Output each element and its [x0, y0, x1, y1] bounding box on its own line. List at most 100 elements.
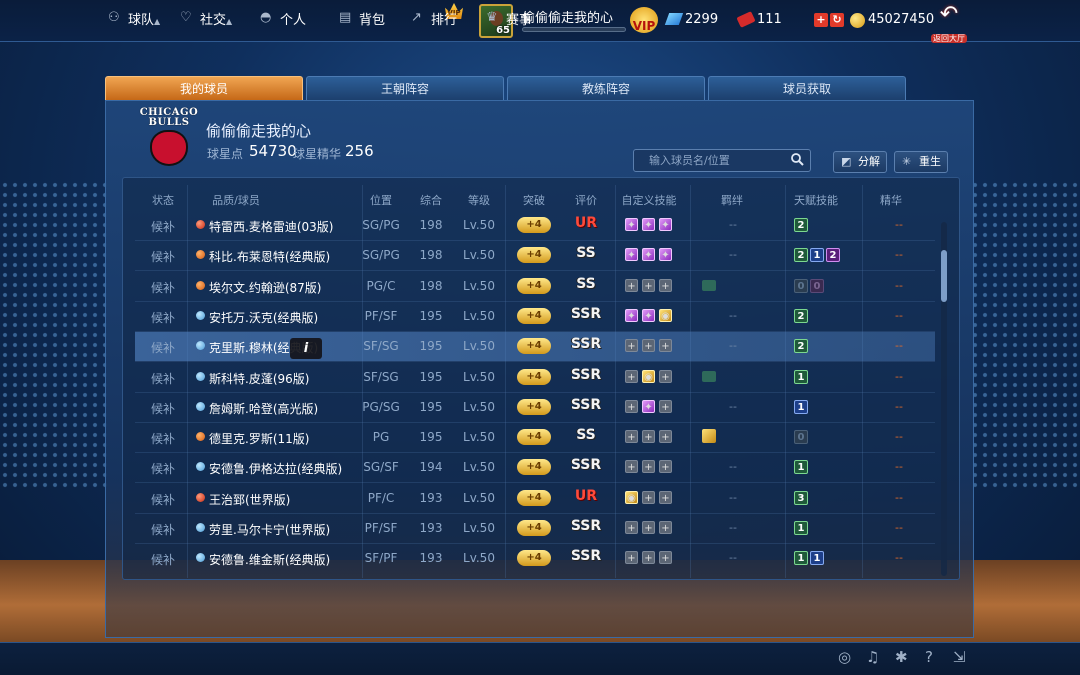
info-tooltip[interactable]: i [290, 338, 322, 359]
empty-skill-slot[interactable]: + [642, 491, 655, 504]
bond-icon[interactable] [702, 429, 716, 443]
empty-skill-slot[interactable]: + [659, 339, 672, 352]
settings-gear-icon[interactable]: ✱ [895, 648, 908, 666]
empty-skill-slot[interactable]: + [625, 551, 638, 564]
skill-icon[interactable]: ✦ [625, 218, 638, 231]
talent-badge[interactable]: 1 [794, 521, 808, 535]
player-name-cell[interactable]: 劳里.马尔卡宁(世界版) [209, 521, 369, 538]
talent-badge[interactable]: 1 [810, 551, 824, 565]
tab-player-acquire[interactable]: 球员获取 [708, 76, 906, 100]
music-icon[interactable]: ♫ [866, 648, 879, 666]
table-row[interactable]: 候补 安托万.沃克(经典版) PF/SF 195 Lv.50 +4 SSR ✦ ✦ ◉ -- 2 -- [135, 302, 935, 331]
empty-skill-slot[interactable]: + [642, 521, 655, 534]
empty-skill-slot[interactable]: + [659, 370, 672, 383]
skill-icon[interactable]: ✦ [659, 218, 672, 231]
tab-dynasty-lineup[interactable]: 王朝阵容 [306, 76, 504, 100]
player-name-cell[interactable]: 科比.布莱恩特(经典版) [209, 248, 369, 265]
table-row[interactable]: 候补 斯科特.皮蓬(96版) SF/SG 195 Lv.50 +4 SSR + ◉ +1 -- [135, 363, 935, 392]
skill-icon[interactable]: ◉ [659, 309, 672, 322]
skill-icon[interactable]: ✦ [642, 400, 655, 413]
nav-ranking[interactable]: ↗ 排行 [411, 9, 457, 28]
talent-badge[interactable]: 2 [794, 339, 808, 353]
nav-heart[interactable]: ♡ 社交▲ [180, 9, 232, 28]
vip-button[interactable]: VIP [630, 7, 658, 33]
talent-badge[interactable]: 1 [794, 551, 808, 565]
table-row[interactable]: 候补 特雷西.麦格雷迪(03版) SG/PG 198 Lv.50 +4 UR ✦ ✦ ✦ -- 2 -- [135, 211, 935, 240]
empty-skill-slot[interactable]: + [659, 279, 672, 292]
empty-skill-slot[interactable]: + [659, 491, 672, 504]
tab-my-players[interactable]: 我的球员 [105, 76, 303, 100]
player-name-cell[interactable]: 克里斯.穆林(经典版) [209, 339, 369, 356]
empty-skill-slot[interactable]: + [659, 521, 672, 534]
empty-skill-slot[interactable]: + [625, 339, 638, 352]
scrollbar-thumb[interactable] [941, 250, 947, 302]
nav-user[interactable]: ◓ 个人 [260, 9, 306, 28]
player-name-cell[interactable]: 埃尔文.约翰逊(87版) [209, 279, 369, 296]
table-row[interactable]: 候补 埃尔文.约翰逊(87版) PG/C 198 Lv.50 +4 SS + + +0 0 -- [135, 272, 935, 301]
table-row[interactable]: 候补 王治郅(世界版) PF/C 193 Lv.50 +4 UR ◉ + + -- 3 -- [135, 484, 935, 513]
player-name-cell[interactable]: 安德鲁.伊格达拉(经典版) [209, 460, 369, 477]
talent-badge[interactable]: 2 [794, 309, 808, 323]
empty-skill-slot[interactable]: + [642, 551, 655, 564]
table-row[interactable]: 候补 安德鲁.伊格达拉(经典版) SG/SF 194 Lv.50 +4 SSR + + + -- 1 -… [135, 453, 935, 482]
nav-person[interactable]: ⚇ 球队▲ [108, 9, 160, 28]
table-row[interactable]: 候补 劳里.马尔卡宁(世界版) PF/SF 193 Lv.50 +4 SSR + + + -- 1 -- [135, 514, 935, 543]
search-icon[interactable] [791, 153, 804, 166]
talent-badge[interactable]: 2 [826, 248, 840, 262]
skill-icon[interactable]: ◉ [625, 491, 638, 504]
player-name-cell[interactable]: 特雷西.麦格雷迪(03版) [209, 218, 369, 235]
empty-skill-slot[interactable]: + [642, 279, 655, 292]
back-to-lobby-button[interactable]: ↶ 返回大厅 [928, 4, 970, 43]
table-row[interactable]: 候补 克里斯.穆林(经典版) SF/SG 195 Lv.50 +4 SSR + + + -- 2 -- [135, 332, 935, 361]
empty-skill-slot[interactable]: + [642, 460, 655, 473]
table-row[interactable]: 候补 德里克.罗斯(11版) PG 195 Lv.50 +4 SS + + +0 -- [135, 423, 935, 452]
empty-skill-slot[interactable]: + [659, 551, 672, 564]
table-row[interactable]: 候补 安德鲁.维金斯(经典版) SF/PF 193 Lv.50 +4 SSR + + + -- 1 1 -… [135, 544, 935, 573]
player-name-cell[interactable]: 王治郅(世界版) [209, 491, 369, 508]
empty-skill-slot[interactable]: + [625, 521, 638, 534]
empty-skill-slot[interactable]: + [625, 279, 638, 292]
skill-icon[interactable]: ✦ [642, 218, 655, 231]
skill-icon[interactable]: ✦ [642, 248, 655, 261]
skill-icon[interactable]: ◉ [642, 370, 655, 383]
talent-badge[interactable]: 1 [794, 370, 808, 384]
bond-icon[interactable] [702, 280, 716, 291]
talent-badge[interactable]: 3 [794, 491, 808, 505]
empty-skill-slot[interactable]: + [659, 400, 672, 413]
table-row[interactable]: 候补 科比.布莱恩特(经典版) SG/PG 198 Lv.50 +4 SS ✦ ✦ ✦ -- 2 1 2 -… [135, 241, 935, 270]
talent-badge[interactable]: 1 [794, 460, 808, 474]
skill-icon[interactable]: ✦ [659, 248, 672, 261]
talent-badge[interactable]: 1 [794, 400, 808, 414]
tab-coach-lineup[interactable]: 教练阵容 [507, 76, 705, 100]
talent-badge[interactable]: 2 [794, 248, 808, 262]
empty-skill-slot[interactable]: + [642, 430, 655, 443]
empty-skill-slot[interactable]: + [659, 430, 672, 443]
customer-service-icon[interactable]: ◎ [838, 648, 851, 666]
player-name-cell[interactable]: 德里克.罗斯(11版) [209, 430, 369, 447]
empty-skill-slot[interactable]: + [625, 460, 638, 473]
player-search-input[interactable]: 输入球员名/位置 [633, 149, 811, 172]
empty-skill-slot[interactable]: + [642, 339, 655, 352]
player-name-cell[interactable]: 詹姆斯.哈登(高光版) [209, 400, 369, 417]
nav-bag[interactable]: ▤ 背包 [339, 9, 385, 28]
plus-cross-icon[interactable]: + [814, 13, 828, 27]
skill-icon[interactable]: ✦ [642, 309, 655, 322]
talent-badge[interactable]: 1 [810, 248, 824, 262]
talent-badge[interactable]: 0 [794, 279, 808, 293]
player-name-cell[interactable]: 安托万.沃克(经典版) [209, 309, 369, 326]
empty-skill-slot[interactable]: + [625, 370, 638, 383]
skill-icon[interactable]: ✦ [625, 248, 638, 261]
empty-skill-slot[interactable]: + [659, 460, 672, 473]
table-scrollbar[interactable] [941, 222, 947, 576]
bond-icon[interactable] [702, 371, 716, 382]
help-icon[interactable]: ? [925, 648, 933, 666]
talent-badge[interactable]: 0 [810, 279, 824, 293]
recharge-icon[interactable]: ↻ [830, 13, 844, 27]
skill-icon[interactable]: ✦ [625, 309, 638, 322]
table-row[interactable]: 候补 詹姆斯.哈登(高光版) PG/SG 195 Lv.50 +4 SSR + ✦ + -- 1 -- [135, 393, 935, 422]
player-name-cell[interactable]: 安德鲁.维金斯(经典版) [209, 551, 369, 568]
exit-icon[interactable]: ⇲ [953, 648, 966, 666]
player-name-cell[interactable]: 斯科特.皮蓬(96版) [209, 370, 369, 387]
empty-skill-slot[interactable]: + [625, 400, 638, 413]
talent-badge[interactable]: 2 [794, 218, 808, 232]
